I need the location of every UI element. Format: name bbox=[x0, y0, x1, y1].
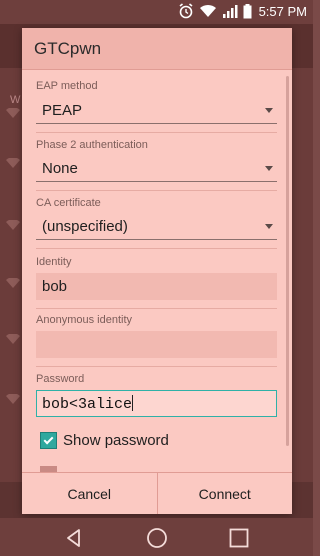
anonymous-identity-field[interactable] bbox=[36, 331, 277, 358]
divider bbox=[36, 248, 277, 249]
dropdown-arrow-icon bbox=[265, 108, 273, 113]
connect-button[interactable]: Connect bbox=[156, 473, 292, 514]
status-bar: 5:57 PM bbox=[0, 0, 313, 24]
eap-method-select[interactable]: PEAP bbox=[36, 98, 277, 124]
phase2-label: Phase 2 authentication bbox=[36, 139, 148, 151]
background-wifi-icon bbox=[6, 334, 20, 344]
back-icon[interactable] bbox=[62, 526, 86, 550]
dropdown-arrow-icon bbox=[265, 224, 273, 229]
divider bbox=[36, 190, 277, 191]
navigation-bar bbox=[0, 518, 313, 556]
alarm-icon bbox=[179, 3, 193, 19]
eap-method-value: PEAP bbox=[42, 102, 83, 119]
show-password-checkbox[interactable] bbox=[40, 432, 57, 449]
eap-method-label: EAP method bbox=[36, 80, 98, 92]
status-icons: 5:57 PM bbox=[178, 3, 307, 19]
password-label: Password bbox=[36, 373, 85, 385]
divider bbox=[36, 308, 277, 309]
phase2-value: None bbox=[42, 160, 78, 177]
dropdown-arrow-icon bbox=[265, 166, 273, 171]
cancel-button[interactable]: Cancel bbox=[22, 473, 157, 514]
ca-certificate-value: (unspecified) bbox=[42, 218, 128, 235]
signal-icon bbox=[222, 5, 238, 18]
identity-field[interactable]: bob bbox=[36, 273, 277, 300]
ca-certificate-select[interactable]: (unspecified) bbox=[36, 214, 277, 240]
show-password-label[interactable]: Show password bbox=[63, 432, 169, 449]
dialog-footer: Cancel Connect bbox=[22, 472, 292, 514]
recents-icon[interactable] bbox=[227, 526, 251, 550]
background-wifi-icon bbox=[6, 220, 20, 230]
divider bbox=[36, 132, 277, 133]
background-wifi-icon bbox=[6, 278, 20, 288]
identity-value: bob bbox=[42, 278, 68, 295]
background-wifi-icon bbox=[6, 394, 20, 404]
phase2-select[interactable]: None bbox=[36, 156, 277, 182]
text-caret bbox=[132, 395, 134, 411]
dialog-scroll-area[interactable]: EAP method PEAP Phase 2 authentication N… bbox=[22, 70, 292, 500]
status-time: 5:57 PM bbox=[258, 3, 307, 19]
background-wifi-icon bbox=[6, 108, 20, 118]
battery-icon bbox=[243, 3, 252, 18]
ca-certificate-label: CA certificate bbox=[36, 197, 101, 209]
home-icon[interactable] bbox=[145, 526, 169, 550]
dialog-header: GTCpwn bbox=[22, 28, 292, 70]
background-wifi-icon bbox=[6, 158, 20, 168]
password-value: bob<3alice bbox=[42, 396, 133, 413]
wifi-icon bbox=[199, 4, 216, 17]
background-list-header: W bbox=[10, 94, 21, 106]
anonymous-identity-label: Anonymous identity bbox=[36, 314, 132, 326]
password-field[interactable]: bob<3alice bbox=[36, 390, 277, 417]
dialog-scrollbar[interactable] bbox=[286, 76, 289, 446]
identity-label: Identity bbox=[36, 256, 72, 268]
divider bbox=[36, 366, 277, 367]
wifi-connect-dialog: GTCpwn EAP method PEAP Phase 2 authentic… bbox=[22, 28, 292, 514]
checkmark-icon bbox=[43, 434, 54, 445]
dialog-title: GTCpwn bbox=[34, 39, 102, 58]
